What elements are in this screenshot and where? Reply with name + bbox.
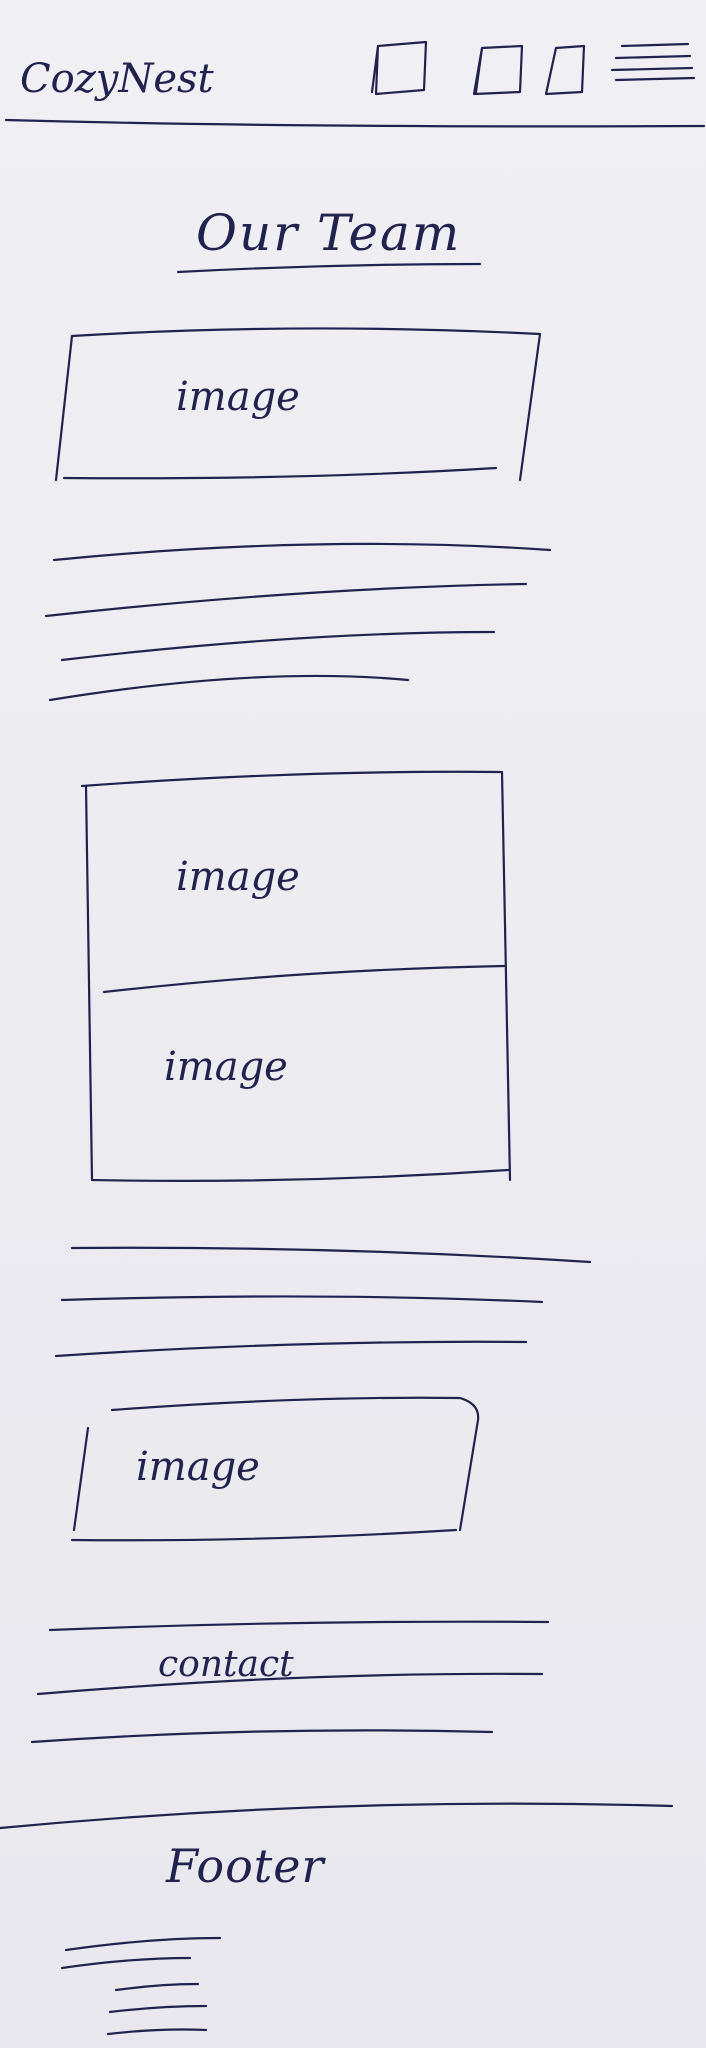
header: CozyNest: [4, 40, 706, 128]
text-line: [48, 674, 410, 702]
wireframe-sheet: CozyNest Our Team image image image imag…: [0, 0, 706, 2048]
image-placeholder-3-label: image: [136, 1444, 260, 1490]
text-line: [60, 630, 496, 662]
text-line: [48, 1620, 550, 1632]
image-placeholder-3: [70, 1396, 480, 1542]
image-placeholder-1-label: image: [176, 374, 300, 420]
text-lines-2: [54, 1246, 592, 1358]
footer-divider: [0, 1802, 674, 1830]
image-stack-divider: [102, 964, 506, 994]
footer-title: Footer: [165, 1839, 326, 1893]
brand-logo[interactable]: CozyNest: [20, 56, 215, 102]
page-title: Our Team: [196, 204, 461, 262]
text-line: [44, 582, 528, 618]
image-placeholder-2a-label: image: [176, 854, 300, 900]
text-line: [52, 542, 552, 562]
page-title-group: Our Team: [176, 204, 482, 274]
image-stack-frame: [80, 770, 512, 1182]
nav-icon-2[interactable]: [472, 44, 524, 96]
nav-icon-3[interactable]: [544, 44, 586, 96]
text-line: [30, 1729, 494, 1744]
text-line: [70, 1246, 592, 1264]
footer-lines: [60, 1936, 222, 2036]
footer: Footer: [0, 1802, 674, 2036]
text-line: [54, 1340, 528, 1358]
text-line: [64, 1936, 222, 1952]
header-divider: [4, 118, 706, 128]
team-section-1: image: [44, 327, 552, 702]
text-line: [108, 2004, 208, 2014]
text-line: [60, 1956, 192, 1970]
text-line: [106, 2028, 208, 2036]
nav-icon-1[interactable]: [370, 40, 428, 96]
text-line: [60, 1295, 544, 1304]
team-section-3: image contact: [30, 1396, 550, 1744]
team-section-2: image image: [54, 770, 592, 1358]
text-lines-1: [44, 542, 552, 702]
image-placeholder-2b-label: image: [164, 1044, 288, 1090]
hamburger-menu-icon[interactable]: [610, 42, 696, 82]
text-line: [114, 1982, 200, 1992]
sketch-canvas: CozyNest Our Team image image image imag…: [0, 40, 706, 2036]
contact-block: contact: [30, 1620, 550, 1744]
title-underline: [176, 262, 482, 274]
